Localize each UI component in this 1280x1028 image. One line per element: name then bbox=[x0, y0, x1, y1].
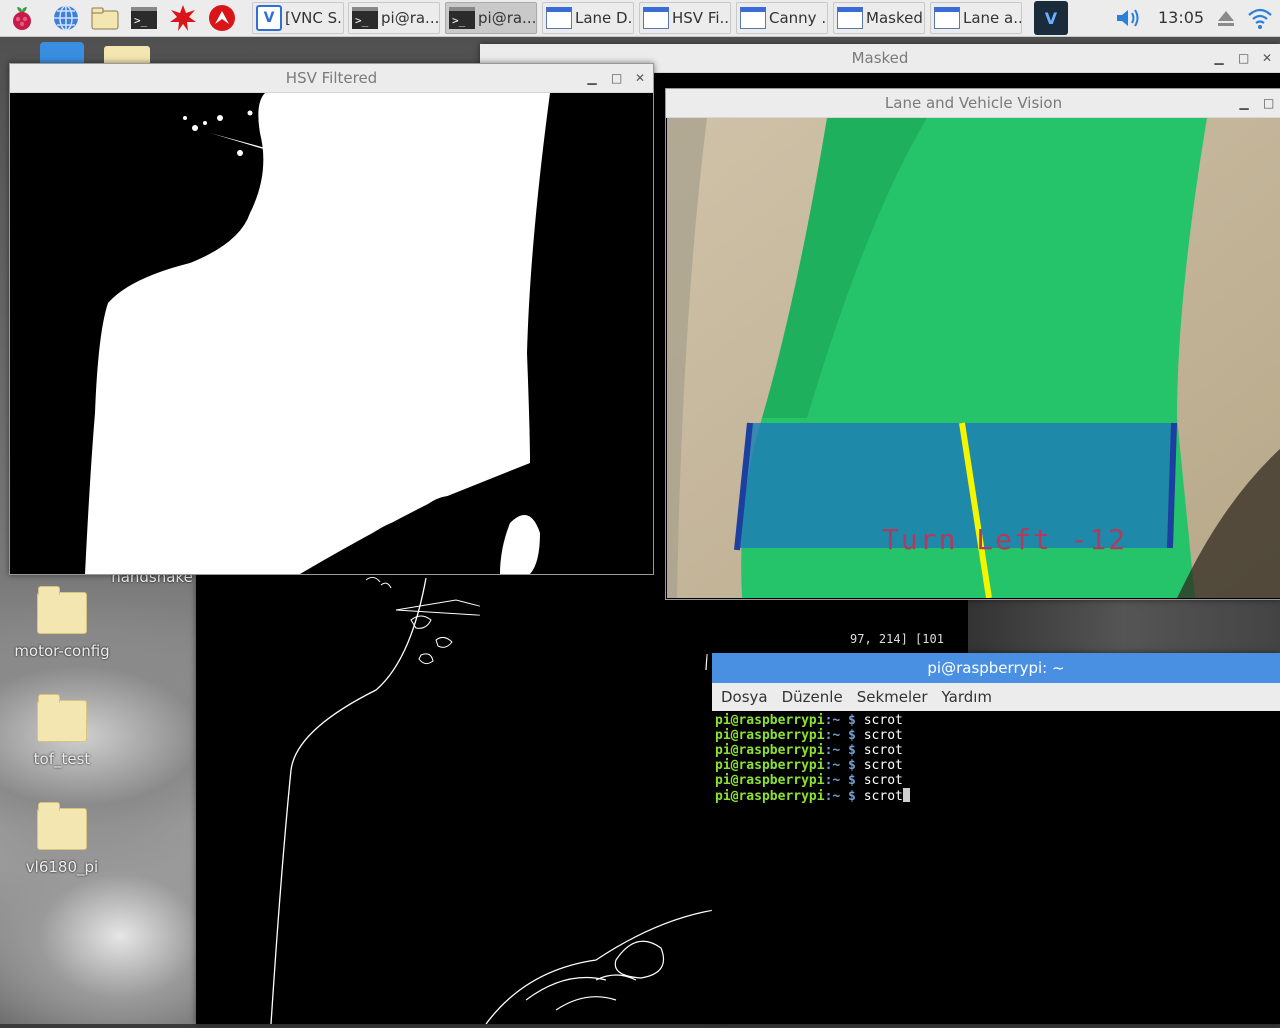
window-icon bbox=[739, 4, 767, 32]
window-icon bbox=[933, 4, 961, 32]
window-title: pi@raspberrypi: ~ bbox=[927, 659, 1065, 677]
taskbar: >_ V [VNC S... >_ pi@ra... >_ pi@ra... L… bbox=[0, 0, 1280, 37]
terminal-menubar: Dosya Düzenle Sekmeler Yardım bbox=[712, 683, 1280, 711]
vnc-icon: V bbox=[255, 4, 283, 32]
desktop-icon-label: motor-config bbox=[14, 642, 110, 660]
wifi-icon[interactable] bbox=[1245, 3, 1275, 33]
pixel-readout: 97, 214] [101 bbox=[836, 599, 956, 654]
task-terminal-1[interactable]: >_ pi@ra... bbox=[348, 2, 440, 34]
window-icon bbox=[545, 4, 573, 32]
window-icon bbox=[836, 4, 864, 32]
menu-edit[interactable]: Düzenle bbox=[782, 688, 843, 706]
task-vnc[interactable]: V [VNC S... bbox=[252, 2, 344, 34]
terminal-launcher-icon[interactable]: >_ bbox=[129, 3, 159, 33]
task-lane-detection[interactable]: Lane D... bbox=[542, 2, 634, 34]
volume-icon[interactable] bbox=[1113, 3, 1143, 33]
close-icon[interactable]: ✕ bbox=[635, 64, 645, 92]
window-title: HSV Filtered bbox=[285, 69, 378, 87]
file-manager-icon[interactable] bbox=[90, 3, 120, 33]
terminal-line: pi@raspberrypi:~ $ scrot bbox=[715, 773, 903, 788]
maximize-icon[interactable]: □ bbox=[1238, 44, 1249, 72]
terminal-line: pi@raspberrypi:~ $ scrot bbox=[715, 743, 903, 758]
window-title: Masked bbox=[851, 49, 909, 67]
hsv-filtered-window[interactable]: HSV Filtered ▁ □ ✕ bbox=[9, 63, 654, 575]
terminal-line: pi@raspberrypi:~ $ scrot bbox=[715, 788, 1277, 804]
lane-vision-titlebar[interactable]: Lane and Vehicle Vision ▁ □ bbox=[666, 89, 1280, 118]
menu-file[interactable]: Dosya bbox=[721, 688, 768, 706]
lane-vision-camera-image: Turn Left -12 bbox=[667, 118, 1280, 598]
window-icon bbox=[642, 4, 670, 32]
hsv-filtered-image bbox=[10, 93, 653, 574]
task-canny[interactable]: Canny ... bbox=[736, 2, 828, 34]
folder-icon bbox=[37, 694, 87, 742]
masked-image-fragment bbox=[968, 599, 1280, 654]
mathematica-icon[interactable] bbox=[168, 3, 198, 33]
folder-icon bbox=[37, 586, 87, 634]
text-cursor bbox=[902, 788, 910, 802]
wolfram-icon[interactable] bbox=[207, 3, 237, 33]
eject-icon[interactable] bbox=[1211, 3, 1241, 33]
terminal-line: pi@raspberrypi:~ $ scrot bbox=[715, 728, 903, 743]
terminal-window[interactable]: pi@raspberrypi: ~ Dosya Düzenle Sekmeler… bbox=[712, 653, 1280, 1024]
minimize-icon[interactable]: ▁ bbox=[1239, 89, 1249, 117]
terminal-line: pi@raspberrypi:~ $ scrot bbox=[715, 713, 903, 728]
menu-help[interactable]: Yardım bbox=[942, 688, 993, 706]
vnc-server-tray-icon[interactable]: V bbox=[1034, 1, 1068, 35]
menu-tabs[interactable]: Sekmeler bbox=[857, 688, 928, 706]
task-lane-vehicle-vision[interactable]: Lane a... bbox=[930, 2, 1022, 34]
terminal-icon: >_ bbox=[448, 4, 476, 32]
minimize-icon[interactable]: ▁ bbox=[587, 64, 597, 92]
maximize-icon[interactable]: □ bbox=[611, 64, 622, 92]
task-terminal-2[interactable]: >_ pi@ra... bbox=[445, 2, 537, 34]
terminal-line: pi@raspberrypi:~ $ scrot bbox=[715, 758, 903, 773]
desktop-icon-tof-test[interactable]: tof_test bbox=[12, 694, 112, 768]
hsv-titlebar[interactable]: HSV Filtered ▁ □ ✕ bbox=[10, 64, 653, 93]
desktop-icon-label: vl6180_pi bbox=[25, 858, 99, 876]
task-masked[interactable]: Masked bbox=[833, 2, 925, 34]
desktop-icon-motor-config[interactable]: motor-config bbox=[12, 586, 112, 660]
lane-vehicle-vision-window[interactable]: Lane and Vehicle Vision ▁ □ Turn Left -1… bbox=[665, 88, 1280, 600]
raspberry-menu-icon[interactable] bbox=[7, 3, 37, 33]
clock[interactable]: 13:05 bbox=[1158, 8, 1204, 27]
task-hsv-filtered[interactable]: HSV Fi... bbox=[639, 2, 731, 34]
desktop-icon-vl6180-pi[interactable]: vl6180_pi bbox=[12, 802, 112, 876]
web-browser-icon[interactable] bbox=[51, 3, 81, 33]
minimize-icon[interactable]: ▁ bbox=[1214, 44, 1224, 72]
folder-icon bbox=[37, 802, 87, 850]
terminal-icon: >_ bbox=[351, 4, 379, 32]
window-title: Lane and Vehicle Vision bbox=[884, 94, 1063, 112]
maximize-icon[interactable]: □ bbox=[1263, 89, 1274, 117]
steering-direction-text: Turn Left -12 bbox=[882, 523, 1127, 556]
desktop-icon-label: tof_test bbox=[33, 750, 91, 768]
terminal-titlebar[interactable]: pi@raspberrypi: ~ bbox=[712, 653, 1280, 683]
terminal-output[interactable]: pi@raspberrypi:~ $ scrot pi@raspberrypi:… bbox=[712, 711, 1280, 1024]
close-icon[interactable]: ✕ bbox=[1262, 44, 1272, 72]
